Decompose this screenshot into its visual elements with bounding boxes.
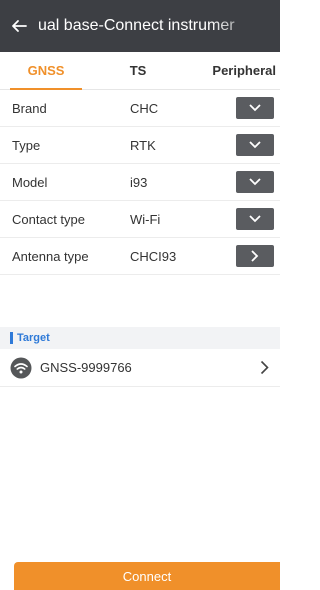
device-detail-button[interactable] (252, 356, 276, 380)
brand-label: Brand (12, 100, 47, 116)
arrow-left-icon (12, 20, 27, 32)
chevron-right-icon (260, 360, 269, 375)
contact-type-value: Wi-Fi (130, 211, 161, 227)
chevron-down-icon (249, 104, 261, 112)
target-device-row[interactable]: GNSS-9999766 (0, 349, 280, 387)
target-heading: Target (17, 332, 50, 344)
device-name: GNSS-9999766 (40, 360, 132, 375)
model-dropdown-button[interactable] (236, 171, 274, 193)
brand-value: CHC (130, 100, 159, 116)
page-title: ual base-Connect instrumer (38, 17, 235, 34)
contact-type-label: Contact type (12, 211, 85, 227)
antenna-type-value: CHCI93 (130, 248, 177, 264)
tab-bar: GNSS TS Peripheral (0, 52, 280, 90)
target-section-header: Target (0, 327, 280, 349)
antenna-type-label: Antenna type (12, 248, 89, 264)
antenna-type-row[interactable]: Antenna type CHCI93 (0, 238, 280, 275)
brand-row[interactable]: Brand CHC (0, 90, 280, 127)
back-button[interactable] (0, 0, 32, 52)
tab-peripheral[interactable]: Peripheral (184, 52, 280, 89)
contact-type-dropdown-button[interactable] (236, 208, 274, 230)
chevron-right-icon (251, 250, 259, 262)
type-dropdown-button[interactable] (236, 134, 274, 156)
tab-ts[interactable]: TS (92, 52, 184, 89)
tab-gnss[interactable]: GNSS (0, 52, 92, 90)
target-marker (10, 332, 13, 344)
instrument-form: Brand CHC Type RTK Model i93 Contact typ… (0, 90, 280, 275)
type-label: Type (12, 137, 41, 153)
contact-type-row[interactable]: Contact type Wi-Fi (0, 201, 280, 238)
app-header: ual base-Connect instrumer (0, 0, 280, 52)
type-row[interactable]: Type RTK (0, 127, 280, 164)
antenna-type-select-button[interactable] (236, 245, 274, 267)
type-value: RTK (130, 137, 156, 153)
chevron-down-icon (249, 178, 261, 186)
model-row[interactable]: Model i93 (0, 164, 280, 201)
brand-dropdown-button[interactable] (236, 97, 274, 119)
wifi-icon (10, 357, 32, 378)
model-value: i93 (130, 174, 148, 190)
chevron-down-icon (249, 141, 261, 149)
connect-button[interactable]: Connect (14, 562, 280, 590)
model-label: Model (12, 174, 48, 190)
chevron-down-icon (249, 215, 261, 223)
